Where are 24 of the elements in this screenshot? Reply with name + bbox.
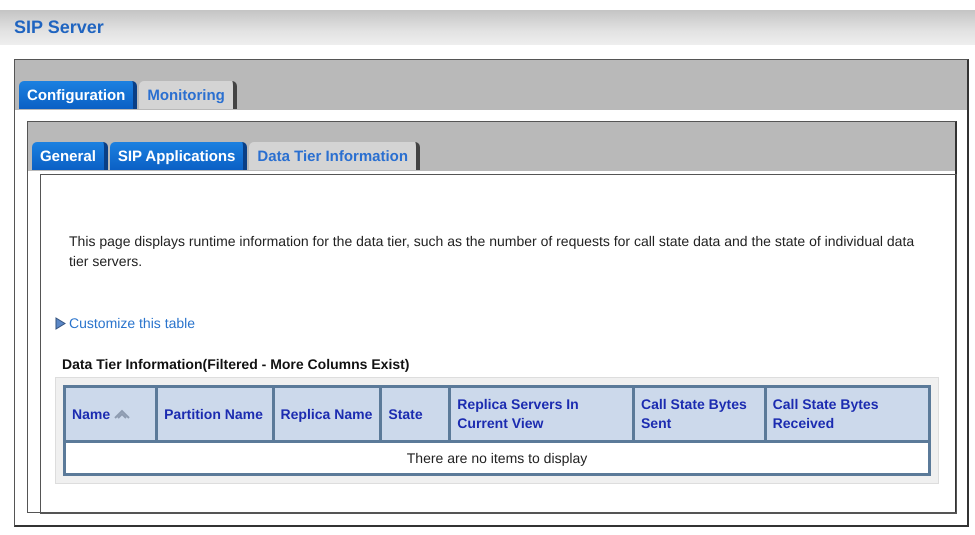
table-title: Data Tier Information(Filtered - More Columns Exist) [62, 356, 410, 372]
column-header-label: Partition Name [164, 404, 263, 424]
customize-table-link[interactable]: Customize this table [69, 315, 196, 331]
column-header-label: State [388, 404, 423, 424]
page-title: SIP Server [14, 17, 104, 38]
column-header[interactable]: Partition Name [156, 386, 274, 442]
column-header[interactable]: Name [64, 386, 157, 442]
column-header[interactable]: State [380, 386, 450, 442]
sort-ascending-icon[interactable] [114, 409, 130, 419]
column-header[interactable]: Call State Bytes Received [765, 386, 930, 442]
column-header[interactable]: Call State Bytes Sent [633, 386, 766, 442]
column-header-label: Replica Servers In Current View [457, 395, 580, 433]
column-header-label: Call State Bytes Received [772, 395, 880, 433]
column-header[interactable]: Replica Servers In Current View [450, 386, 634, 442]
tab[interactable]: General [32, 142, 108, 170]
tab[interactable]: SIP Applications [110, 142, 248, 170]
expand-arrow-icon [55, 316, 66, 330]
column-header-label: Call State Bytes Sent [640, 395, 748, 433]
column-header-label: Replica Name [280, 404, 372, 424]
tab[interactable]: Configuration [19, 81, 138, 109]
empty-message: There are no items to display [64, 442, 930, 474]
column-header-label: Name [72, 404, 110, 424]
column-header[interactable]: Replica Name [273, 386, 381, 442]
description-text: This page displays runtime information for the data tier, such as the number of requests for call state data and the state of individual data tier servers. [69, 232, 916, 271]
